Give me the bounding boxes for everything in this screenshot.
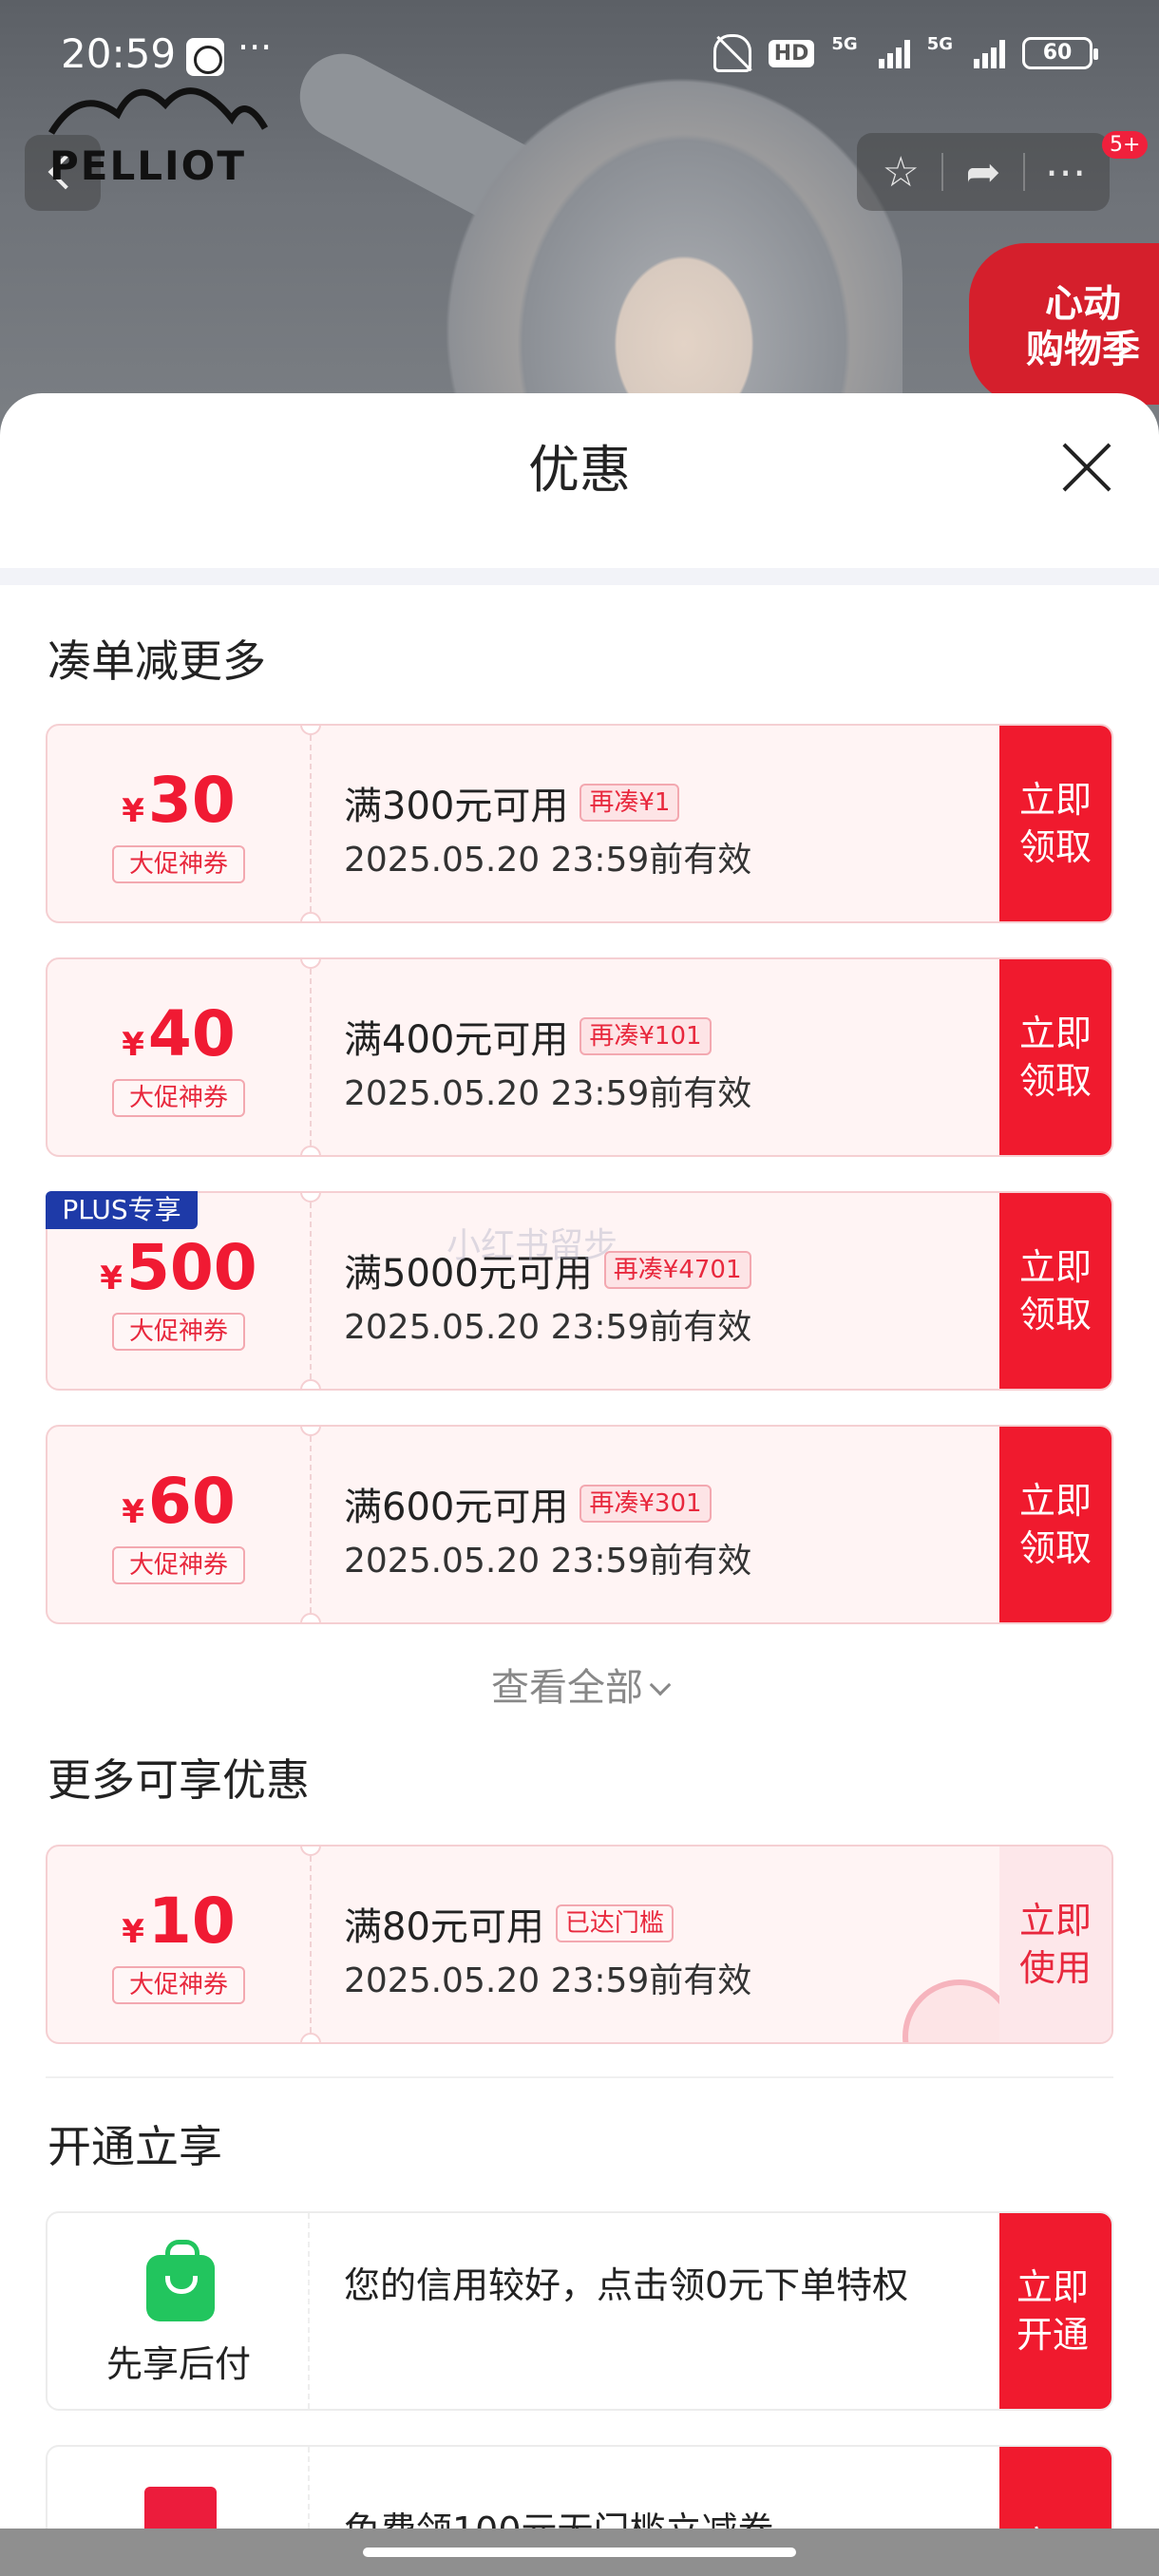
plus-badge: PLUS专享 xyxy=(46,1191,198,1229)
coupon-tag: 大促神券 xyxy=(112,1079,245,1117)
coupon-amount: ¥10 xyxy=(122,1885,236,1958)
claim-button[interactable]: 立即领取 xyxy=(999,726,1112,921)
shopping-bag-icon xyxy=(146,2240,215,2321)
coupon-perforation xyxy=(310,726,312,921)
hd-badge: HD xyxy=(768,39,815,67)
coupon-amount: ¥500 xyxy=(100,1231,257,1304)
claim-button[interactable]: 立即领取 xyxy=(999,1427,1112,1622)
coupon-card: ¥60 大促神券 满600元可用 再凑¥301 2025.05.20 23:59前… xyxy=(46,1425,1113,1624)
coupon-hint: 再凑¥1 xyxy=(580,784,680,822)
battery-icon: 60 xyxy=(1022,37,1098,69)
status-more-dots: ··· xyxy=(238,27,273,68)
coupon-hint: 已达门槛 xyxy=(555,1904,674,1942)
coupon-hint: 再凑¥301 xyxy=(580,1485,712,1523)
coupon-value: ¥30 大促神券 xyxy=(48,726,310,921)
watermark: 小红书留步 xyxy=(446,1226,618,1265)
claim-button[interactable]: 立即领取 xyxy=(999,1193,1112,1389)
coupon-perforation xyxy=(310,1193,312,1389)
coupon-card: ¥10 大促神券 满80元可用 已达门槛 2025.05.20 23:59前有效 … xyxy=(46,1845,1113,2044)
header-actions: ☆ ➦ ⋯ xyxy=(857,133,1110,211)
share-icon[interactable]: ➦ xyxy=(955,143,1012,200)
action-separator xyxy=(940,153,943,191)
service-card: 先享后付 您的信用较好，点击领0元下单特权 立即开通 xyxy=(46,2211,1113,2411)
network-type-1: 5G xyxy=(831,34,858,54)
coupon-tag: 大促神券 xyxy=(112,1313,245,1351)
signal-icon-2 xyxy=(974,38,1005,68)
service-description: 您的信用较好，点击领0元下单特权 xyxy=(344,2264,909,2306)
home-indicator[interactable] xyxy=(363,2548,796,2557)
brand-logo: PELLIOT xyxy=(49,142,246,189)
coupon-value: ¥40 大促神券 xyxy=(48,959,310,1155)
claim-button[interactable]: 立即领取 xyxy=(999,959,1112,1155)
status-indicators: HD 5G 5G 60 xyxy=(712,34,1098,72)
coupon-tag: 大促神券 xyxy=(112,1546,245,1584)
promo-line-2: 购物季 xyxy=(1026,328,1140,371)
coupon-value: ¥10 大促神券 xyxy=(48,1847,310,2042)
use-button[interactable]: 立即使用 xyxy=(999,1847,1112,2042)
brand-wave-logo-icon xyxy=(48,87,269,135)
coupon-perforation xyxy=(310,1847,312,2042)
coupon-perforation xyxy=(310,1427,312,1622)
coupon-notch xyxy=(300,2033,321,2042)
sheet-divider xyxy=(0,568,1159,585)
section-title-open: 开通立享 xyxy=(48,2121,222,2172)
coupon-validity: 2025.05.20 23:59前有效 xyxy=(344,1074,752,1113)
coupon-validity: 2025.05.20 23:59前有效 xyxy=(344,1961,752,2000)
coupon-card: ¥30 大促神券 满300元可用 再凑¥1 2025.05.20 23:59前有效… xyxy=(46,724,1113,923)
coupon-notch xyxy=(300,1146,321,1155)
service-icon-area: 先享后付 xyxy=(48,2213,310,2409)
view-all-label: 查看全部 xyxy=(491,1666,643,1710)
clock-icon xyxy=(186,38,224,76)
status-time: 20:59 xyxy=(61,30,177,77)
more-icon[interactable]: ⋯ xyxy=(1037,143,1094,200)
system-nav-bar xyxy=(0,2529,1159,2576)
coupon-tag: 大促神券 xyxy=(112,845,245,883)
coupon-value: ¥60 大促神券 xyxy=(48,1427,310,1622)
bell-off-icon xyxy=(712,34,751,72)
coupon-validity: 2025.05.20 23:59前有效 xyxy=(344,1542,752,1581)
service-label: 先享后付 xyxy=(105,2343,251,2385)
coupon-sheet: 优惠 凑单减更多 ¥30 大促神券 满300元可用 再凑¥1 2025.05.20… xyxy=(0,393,1159,2576)
section-divider xyxy=(46,2076,1113,2078)
notification-badge: 5+ xyxy=(1102,131,1149,159)
close-icon[interactable] xyxy=(1060,441,1113,494)
signal-icon-1 xyxy=(878,38,910,68)
coupon-hint: 再凑¥101 xyxy=(580,1017,712,1055)
coupon-tag: 大促神券 xyxy=(112,1966,245,2004)
action-separator xyxy=(1023,153,1026,191)
network-type-2: 5G xyxy=(926,34,953,54)
coupon-condition: 满400元可用 再凑¥101 xyxy=(344,1009,712,1064)
coupon-condition: 满300元可用 再凑¥1 xyxy=(344,775,680,830)
coupon-amount: ¥60 xyxy=(122,1465,236,1538)
coupon-condition: 满600元可用 再凑¥301 xyxy=(344,1476,712,1531)
star-icon[interactable]: ☆ xyxy=(872,143,929,200)
section-title-more: 更多可享优惠 xyxy=(48,1754,310,1806)
coupon-hint: 再凑¥4701 xyxy=(603,1251,751,1289)
coupon-condition: 满80元可用 已达门槛 xyxy=(344,1896,674,1951)
coupon-card: ¥40 大促神券 满400元可用 再凑¥101 2025.05.20 23:59前… xyxy=(46,957,1113,1157)
coupon-notch xyxy=(300,1613,321,1622)
sheet-title: 优惠 xyxy=(528,440,631,500)
coupon-validity: 2025.05.20 23:59前有效 xyxy=(344,841,752,880)
coupon-perforation xyxy=(310,959,312,1155)
coupon-amount: ¥40 xyxy=(122,997,236,1070)
activate-button[interactable]: 立即开通 xyxy=(999,2213,1112,2409)
section-title-bundle: 凑单减更多 xyxy=(48,635,266,687)
promo-seal[interactable]: 心动 购物季 xyxy=(969,243,1159,405)
coupon-notch xyxy=(300,912,321,921)
promo-line-1: 心动 xyxy=(1045,282,1121,326)
coupon-notch xyxy=(300,1379,321,1389)
coupon-validity: 2025.05.20 23:59前有效 xyxy=(344,1308,752,1347)
chevron-down-icon xyxy=(649,1674,672,1696)
coupon-amount: ¥30 xyxy=(122,764,236,837)
view-all-link[interactable]: 查看全部 xyxy=(0,1657,1159,1712)
